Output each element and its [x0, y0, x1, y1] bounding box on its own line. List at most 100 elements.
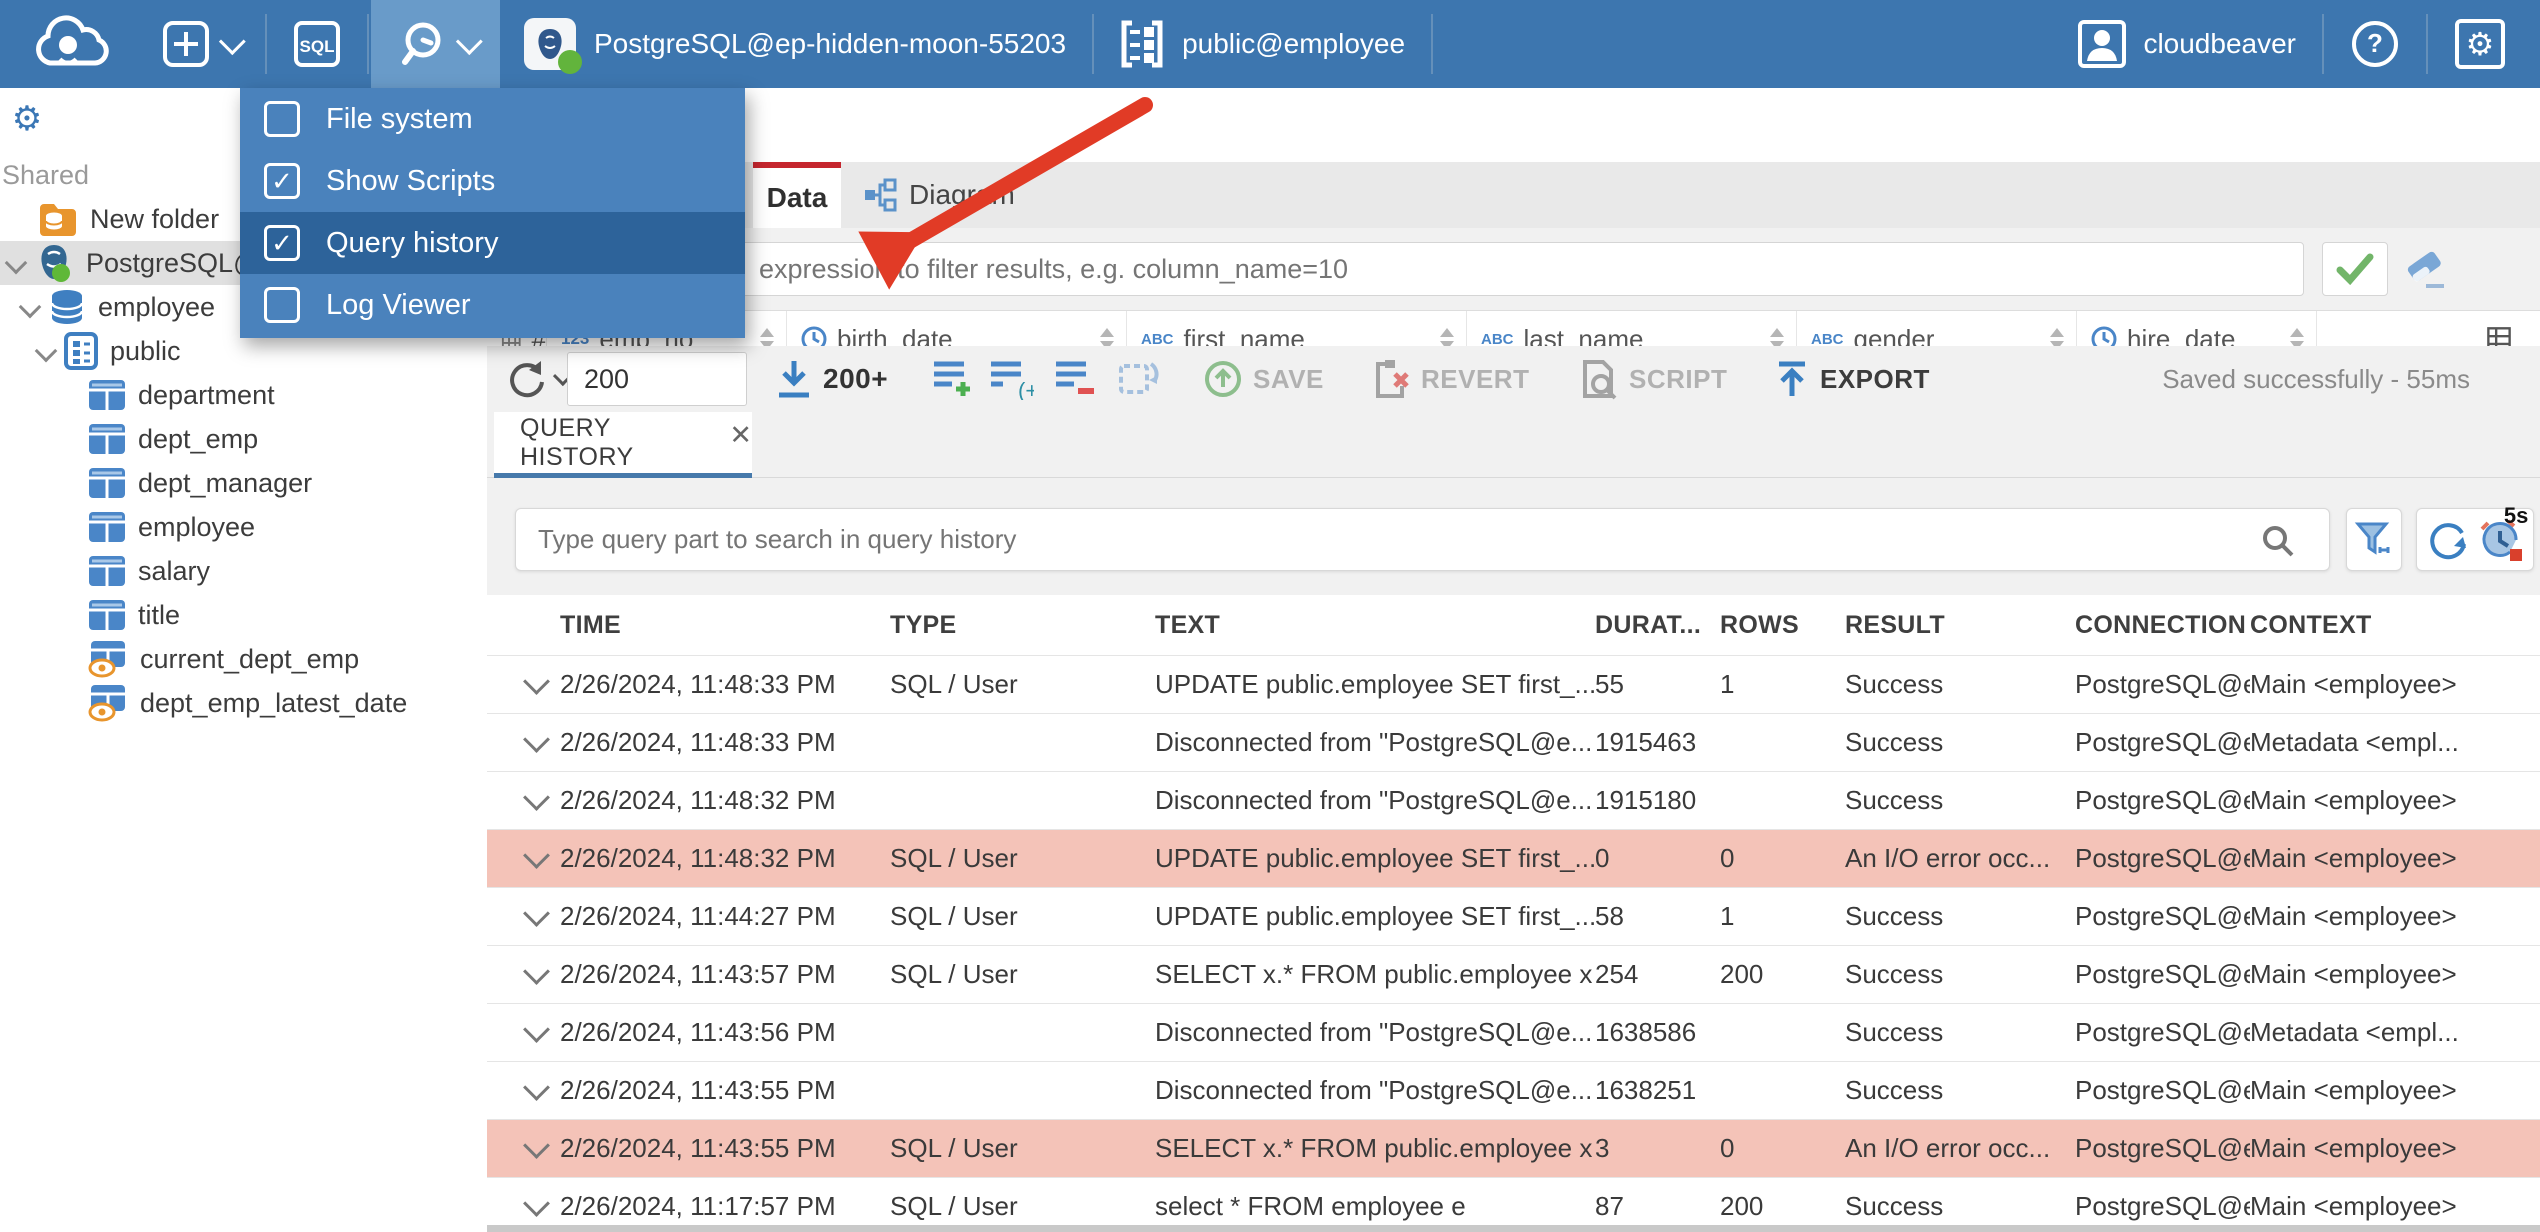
grid-column-label: gender	[1853, 323, 1935, 348]
gear-icon: ⚙	[2455, 19, 2505, 69]
expand-chevron-icon[interactable]	[523, 1074, 550, 1101]
tree-item-employee[interactable]: employee	[0, 505, 488, 549]
history-cell-connection: PostgreSQL@ep-...	[2075, 843, 2250, 873]
history-column-header[interactable]: TYPE	[890, 611, 1155, 640]
sidebar-settings-button[interactable]: ⚙	[8, 100, 46, 138]
export-button[interactable]: EXPORT	[1774, 358, 1930, 400]
script-button[interactable]: SCRIPT	[1579, 358, 1727, 400]
tree-item-label: dept_emp_latest_date	[140, 687, 408, 718]
fetch-more-button[interactable]: 200+	[775, 359, 888, 399]
expand-chevron-icon[interactable]	[523, 1132, 550, 1159]
menu-item-query-history[interactable]: ✓ Query history	[240, 212, 745, 274]
revert-button[interactable]: REVERT	[1373, 358, 1529, 400]
menu-item-file-system[interactable]: File system	[240, 88, 745, 150]
help-button[interactable]: ?	[2326, 0, 2424, 88]
chevron-down-icon[interactable]	[4, 251, 28, 275]
tree-item-dept-emp[interactable]: dept_emp	[0, 417, 488, 461]
history-row[interactable]: 2/26/2024, 11:43:57 PM SQL / User SELECT x…	[487, 945, 2540, 1003]
settings-button[interactable]: ⚙	[2430, 0, 2530, 88]
grid-column-first_name[interactable]: ABC first_name	[1127, 311, 1467, 347]
tree-item-department[interactable]: department	[0, 373, 488, 417]
sort-icon[interactable]	[2288, 326, 2306, 347]
checkbox-icon[interactable]: ✓	[264, 225, 300, 261]
refresh-grid-button[interactable]	[1117, 358, 1159, 400]
close-icon[interactable]: ✕	[729, 420, 752, 451]
tools-dropdown-menu: File system ✓ Show Scripts ✓ Query history Lo…	[240, 88, 745, 338]
chevron-down-icon[interactable]	[34, 339, 58, 363]
history-filter-button[interactable]	[2346, 508, 2402, 571]
history-row[interactable]: 2/26/2024, 11:17:57 PM SQL / User select *…	[487, 1177, 2540, 1225]
tree-item-salary[interactable]: salary	[0, 549, 488, 593]
tree-item-title[interactable]: title	[0, 593, 488, 637]
history-row[interactable]: 2/26/2024, 11:48:33 PM SQL / User UPDATE p…	[487, 655, 2540, 713]
query-history-search-input[interactable]	[515, 508, 2330, 571]
clear-filter-button[interactable]	[2402, 246, 2452, 292]
grid-column-gender[interactable]: ABC gender	[1797, 311, 2077, 347]
duplicate-row-button[interactable]: (+)	[988, 358, 1034, 400]
expand-chevron-icon[interactable]	[523, 1190, 550, 1217]
grid-column-birth_date[interactable]: birth_date	[787, 311, 1127, 347]
grid-column-last_name[interactable]: ABC last_name	[1467, 311, 1797, 347]
delete-row-button[interactable]	[1053, 358, 1097, 400]
sort-icon[interactable]	[1768, 326, 1786, 347]
history-row[interactable]: 2/26/2024, 11:43:55 PM Disconnected from …	[487, 1061, 2540, 1119]
grid-column-hire_date[interactable]: hire_date	[2077, 311, 2317, 347]
expand-chevron-icon[interactable]	[523, 958, 550, 985]
refresh-button[interactable]	[505, 357, 573, 401]
menu-item-log-viewer[interactable]: Log Viewer	[240, 274, 745, 336]
history-refresh-button[interactable]	[2426, 518, 2470, 562]
new-connection-button[interactable]	[138, 0, 263, 88]
add-row-button[interactable]	[931, 358, 975, 400]
history-column-header[interactable]: CONTEXT	[2250, 611, 2540, 640]
save-label: SAVE	[1253, 363, 1324, 394]
history-row[interactable]: 2/26/2024, 11:44:27 PM SQL / User UPDATE p…	[487, 887, 2540, 945]
app-logo[interactable]	[0, 0, 138, 88]
filter-input[interactable]	[500, 242, 2304, 296]
tree-item-dept-manager[interactable]: dept_manager	[0, 461, 488, 505]
tab-query-history[interactable]: QUERY HISTORY ✕	[494, 412, 752, 478]
connection-selector[interactable]: PostgreSQL@ep-hidden-moon-55203	[500, 0, 1090, 88]
tree-item-dept-emp-latest-date[interactable]: dept_emp_latest_date	[0, 681, 488, 725]
history-row[interactable]: 2/26/2024, 11:43:56 PM Disconnected from …	[487, 1003, 2540, 1061]
expand-chevron-icon[interactable]	[523, 668, 550, 695]
checkbox-icon[interactable]	[264, 287, 300, 323]
sort-icon[interactable]	[758, 326, 776, 347]
row-limit-input[interactable]	[567, 352, 747, 406]
apply-filter-button[interactable]	[2322, 242, 2388, 296]
sort-icon[interactable]	[2048, 326, 2066, 347]
expand-chevron-icon[interactable]	[523, 900, 550, 927]
table-icon	[88, 423, 126, 455]
grid-corner-button[interactable]	[2317, 311, 2540, 347]
history-row[interactable]: 2/26/2024, 11:43:55 PM SQL / User SELECT x…	[487, 1119, 2540, 1177]
sort-icon[interactable]	[1098, 326, 1116, 347]
sql-editor-button[interactable]: SQL	[269, 0, 365, 88]
schema-name: public@employee	[1182, 28, 1406, 59]
tab-data[interactable]: Data	[753, 162, 841, 228]
user-menu-button[interactable]: cloudbeaver	[2053, 0, 2320, 88]
history-column-header[interactable]: TEXT	[1155, 611, 1595, 640]
auto-refresh-timer-button[interactable]: 5s	[2478, 503, 2528, 563]
schema-selector[interactable]: public@employee	[1096, 0, 1429, 88]
checkbox-icon[interactable]: ✓	[264, 163, 300, 199]
history-column-header[interactable]: CONNECTION	[2075, 611, 2250, 640]
expand-chevron-icon[interactable]	[523, 726, 550, 753]
history-row[interactable]: 2/26/2024, 11:48:32 PM SQL / User UPDATE p…	[487, 829, 2540, 887]
tab-diagram[interactable]: Diagram	[853, 162, 1025, 228]
history-column-header[interactable]: TIME	[560, 611, 890, 640]
expand-chevron-icon[interactable]	[523, 1016, 550, 1043]
history-row[interactable]: 2/26/2024, 11:48:33 PM Disconnected from …	[487, 713, 2540, 771]
history-row[interactable]: 2/26/2024, 11:48:32 PM Disconnected from …	[487, 771, 2540, 829]
tree-item-current-dept-emp[interactable]: current_dept_emp	[0, 637, 488, 681]
history-column-header[interactable]: ROWS	[1720, 611, 1845, 640]
svg-text:(+): (+)	[1018, 378, 1034, 400]
expand-chevron-icon[interactable]	[523, 784, 550, 811]
checkbox-icon[interactable]	[264, 101, 300, 137]
expand-chevron-icon[interactable]	[523, 842, 550, 869]
chevron-down-icon[interactable]	[18, 295, 42, 319]
save-button[interactable]: SAVE	[1203, 359, 1324, 399]
menu-item-show-scripts[interactable]: ✓ Show Scripts	[240, 150, 745, 212]
tools-menu-button[interactable]	[371, 0, 500, 88]
sort-icon[interactable]	[1438, 326, 1456, 347]
history-column-header[interactable]: RESULT	[1845, 611, 2075, 640]
history-column-header[interactable]: DURAT...	[1595, 611, 1720, 640]
